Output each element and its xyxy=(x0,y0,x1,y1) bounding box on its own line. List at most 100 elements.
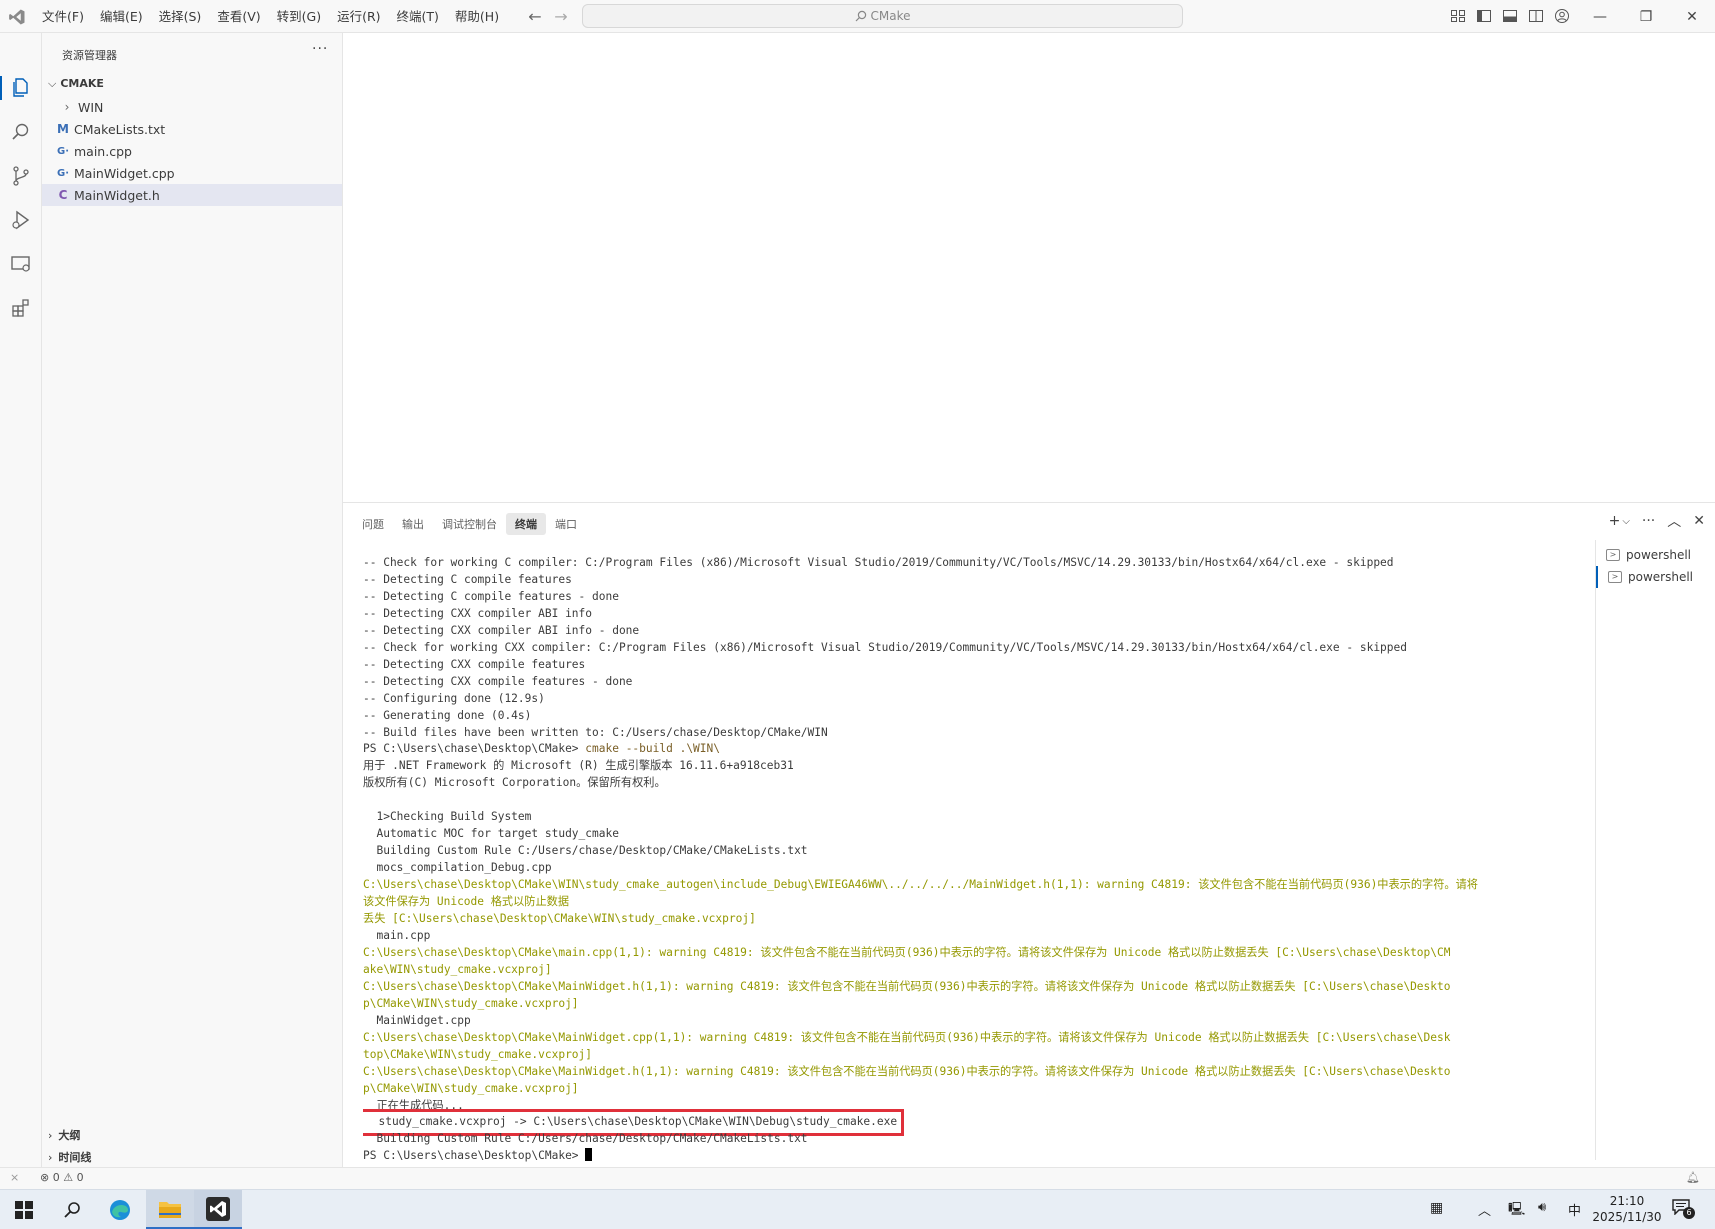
close-panel-icon[interactable]: ✕ xyxy=(1693,513,1705,529)
extensions-icon[interactable] xyxy=(9,296,33,320)
terminal-line-text: 丢失 [C:\Users\chase\Desktop\CMake\WIN\stu… xyxy=(363,912,756,926)
menu-go[interactable]: 转到(G) xyxy=(269,0,329,33)
tab-debug-console[interactable]: 调试控制台 xyxy=(433,513,506,535)
terminal-line: -- Check for working C compiler: C:/Prog… xyxy=(363,555,1585,572)
back-arrow-icon[interactable]: ← xyxy=(526,8,544,26)
more-actions-icon[interactable]: ··· xyxy=(1642,513,1655,529)
terminal-line: main.cpp xyxy=(363,928,1585,945)
tab-output[interactable]: 输出 xyxy=(393,513,433,535)
terminal-name: powershell xyxy=(1626,548,1691,562)
chevron-down-icon[interactable]: ⌵ xyxy=(1622,516,1630,527)
ime-language-indicator[interactable]: 中 xyxy=(1568,1200,1581,1219)
network-icon[interactable]: 🖳︎ xyxy=(1508,1200,1525,1222)
error-count: 0 xyxy=(52,1171,60,1184)
terminal-line: study_cmake.vcxproj -> C:\Users\chase\De… xyxy=(363,1109,1585,1137)
remote-indicator-icon[interactable]: ⨯ xyxy=(10,1171,19,1184)
volume-icon[interactable]: 🔊︎ xyxy=(1538,1200,1546,1215)
terminal-line-text: -- Generating done (0.4s) xyxy=(363,708,532,722)
toggle-panel-icon[interactable] xyxy=(1502,8,1518,24)
terminal-line-text: C:\Users\chase\Desktop\CMake\MainWidget.… xyxy=(363,1030,1451,1044)
menu-view[interactable]: 查看(V) xyxy=(209,0,268,33)
terminal-line: C:\Users\chase\Desktop\CMake\MainWidget.… xyxy=(363,1030,1585,1047)
terminal-instance-2[interactable]: > powershell xyxy=(1596,566,1715,588)
tree-item-mainwidget-cpp[interactable]: G· MainWidget.cpp xyxy=(42,162,342,184)
accounts-icon[interactable] xyxy=(1554,8,1570,24)
tree-item-mainwidget-h[interactable]: C MainWidget.h xyxy=(42,184,342,206)
close-icon[interactable]: ✕ xyxy=(1669,0,1715,33)
active-indicator xyxy=(0,76,2,100)
customize-layout-icon[interactable] xyxy=(1450,8,1466,24)
terminal-line: MainWidget.cpp xyxy=(363,1013,1585,1030)
minimize-icon[interactable]: — xyxy=(1577,0,1623,33)
terminal-line xyxy=(363,792,1585,809)
run-debug-icon[interactable] xyxy=(9,208,33,232)
toggle-secondary-sidebar-icon[interactable] xyxy=(1528,8,1544,24)
terminal-line: -- Detecting CXX compile features xyxy=(363,657,1585,674)
problems-indicator[interactable]: ⊗ 0 ⚠ 0 xyxy=(40,1171,84,1184)
clock[interactable]: 21:10 2025/11/30 xyxy=(1592,1193,1662,1225)
menu-edit[interactable]: 编辑(E) xyxy=(92,0,151,33)
new-terminal-icon[interactable]: + xyxy=(1609,513,1621,529)
menu-file[interactable]: 文件(F) xyxy=(34,0,92,33)
maximize-panel-icon[interactable]: ︿ xyxy=(1667,511,1681,531)
workspace-root[interactable]: ⌵ CMAKE xyxy=(48,77,104,91)
menu-terminal[interactable]: 终端(T) xyxy=(389,0,447,33)
remote-explorer-icon[interactable] xyxy=(9,252,33,276)
bottom-panel: 问题 输出 调试控制台 终端 端口 + ⌵ ··· ︿ ✕ -- Check f… xyxy=(343,502,1715,1167)
bell-icon[interactable]: 🔔︎ xyxy=(1686,1171,1700,1184)
vscode-window: 文件(F) 编辑(E) 选择(S) 查看(V) 转到(G) 运行(R) 终端(T… xyxy=(0,0,1715,1229)
terminal-line: C:\Users\chase\Desktop\CMake\main.cpp(1,… xyxy=(363,945,1585,962)
outline-label: 大纲 xyxy=(58,1129,81,1142)
terminal-line-text: C:\Users\chase\Desktop\CMake\MainWidget.… xyxy=(363,1064,1451,1078)
taskbar-vscode[interactable] xyxy=(194,1190,242,1229)
activity-bar xyxy=(0,33,42,1167)
sidebar-title: 资源管理器 xyxy=(62,49,117,62)
menu-run[interactable]: 运行(R) xyxy=(329,0,388,33)
taskbar-edge[interactable] xyxy=(96,1190,144,1229)
toggle-primary-sidebar-icon[interactable] xyxy=(1476,8,1492,24)
terminal-line: PS C:\Users\chase\Desktop\CMake> xyxy=(363,1148,1585,1165)
terminal-line: -- Detecting C compile features - done xyxy=(363,589,1585,606)
outline-section[interactable]: › 大纲 xyxy=(48,1127,80,1143)
restore-icon[interactable]: ❐ xyxy=(1623,0,1669,33)
menu-selection[interactable]: 选择(S) xyxy=(151,0,210,33)
menu-help[interactable]: 帮助(H) xyxy=(447,0,507,33)
highlighted-build-output: study_cmake.vcxproj -> C:\Users\chase\De… xyxy=(363,1109,905,1137)
terminal-line-text: p\CMake\WIN\study_cmake.vcxproj] xyxy=(363,996,579,1010)
more-actions-icon[interactable]: ··· xyxy=(312,41,328,57)
tree-item-label: CMakeLists.txt xyxy=(74,121,166,137)
terminal-line-text: C:\Users\chase\Desktop\CMake\WIN\study_c… xyxy=(363,878,1478,892)
terminal-output[interactable]: -- Check for working C compiler: C:/Prog… xyxy=(363,555,1585,1165)
terminal-icon: > xyxy=(1606,549,1620,561)
tab-terminal[interactable]: 终端 xyxy=(506,513,546,535)
taskbar-file-explorer[interactable] xyxy=(146,1190,194,1229)
terminal-line-text: main.cpp xyxy=(363,928,431,942)
workspace-root-label: CMAKE xyxy=(60,77,104,90)
notification-center-button[interactable]: 6 xyxy=(1672,1199,1695,1219)
terminal-line: -- Detecting C compile features xyxy=(363,572,1585,589)
tree-item-win-folder[interactable]: › WIN xyxy=(42,96,342,118)
search-icon[interactable] xyxy=(9,120,33,144)
taskbar-search-button[interactable] xyxy=(48,1190,96,1229)
terminal-line: 该文件保存为 Unicode 格式以防止数据 xyxy=(363,894,1585,911)
clock-date: 2025/11/30 xyxy=(1592,1210,1662,1224)
terminal-instance-1[interactable]: > powershell xyxy=(1596,544,1715,566)
command-center-label: CMake xyxy=(870,9,911,23)
command-center-search[interactable]: CMake xyxy=(582,4,1183,28)
tab-ports[interactable]: 端口 xyxy=(546,513,586,535)
explorer-icon[interactable] xyxy=(9,76,33,100)
source-control-icon[interactable] xyxy=(9,164,33,188)
forward-arrow-icon[interactable]: → xyxy=(552,8,570,26)
terminal-line-text: p\CMake\WIN\study_cmake.vcxproj] xyxy=(363,1081,579,1095)
start-button[interactable] xyxy=(0,1190,48,1229)
tab-problems[interactable]: 问题 xyxy=(353,513,393,535)
tree-item-main-cpp[interactable]: G· main.cpp xyxy=(42,140,342,162)
terminal-line-text: -- Detecting CXX compiler ABI info - don… xyxy=(363,623,640,637)
terminal-line: -- Generating done (0.4s) xyxy=(363,708,1585,725)
ime-mode-icon[interactable]: ▦ xyxy=(1430,1200,1443,1216)
show-hidden-icons-icon[interactable]: ︿ xyxy=(1478,1200,1491,1219)
editor-area[interactable] xyxy=(343,33,1715,502)
timeline-section[interactable]: › 时间线 xyxy=(48,1149,91,1165)
tree-item-cmakelists[interactable]: M CMakeLists.txt xyxy=(42,118,342,140)
terminal-line-text: -- Detecting C compile features - done xyxy=(363,589,619,603)
